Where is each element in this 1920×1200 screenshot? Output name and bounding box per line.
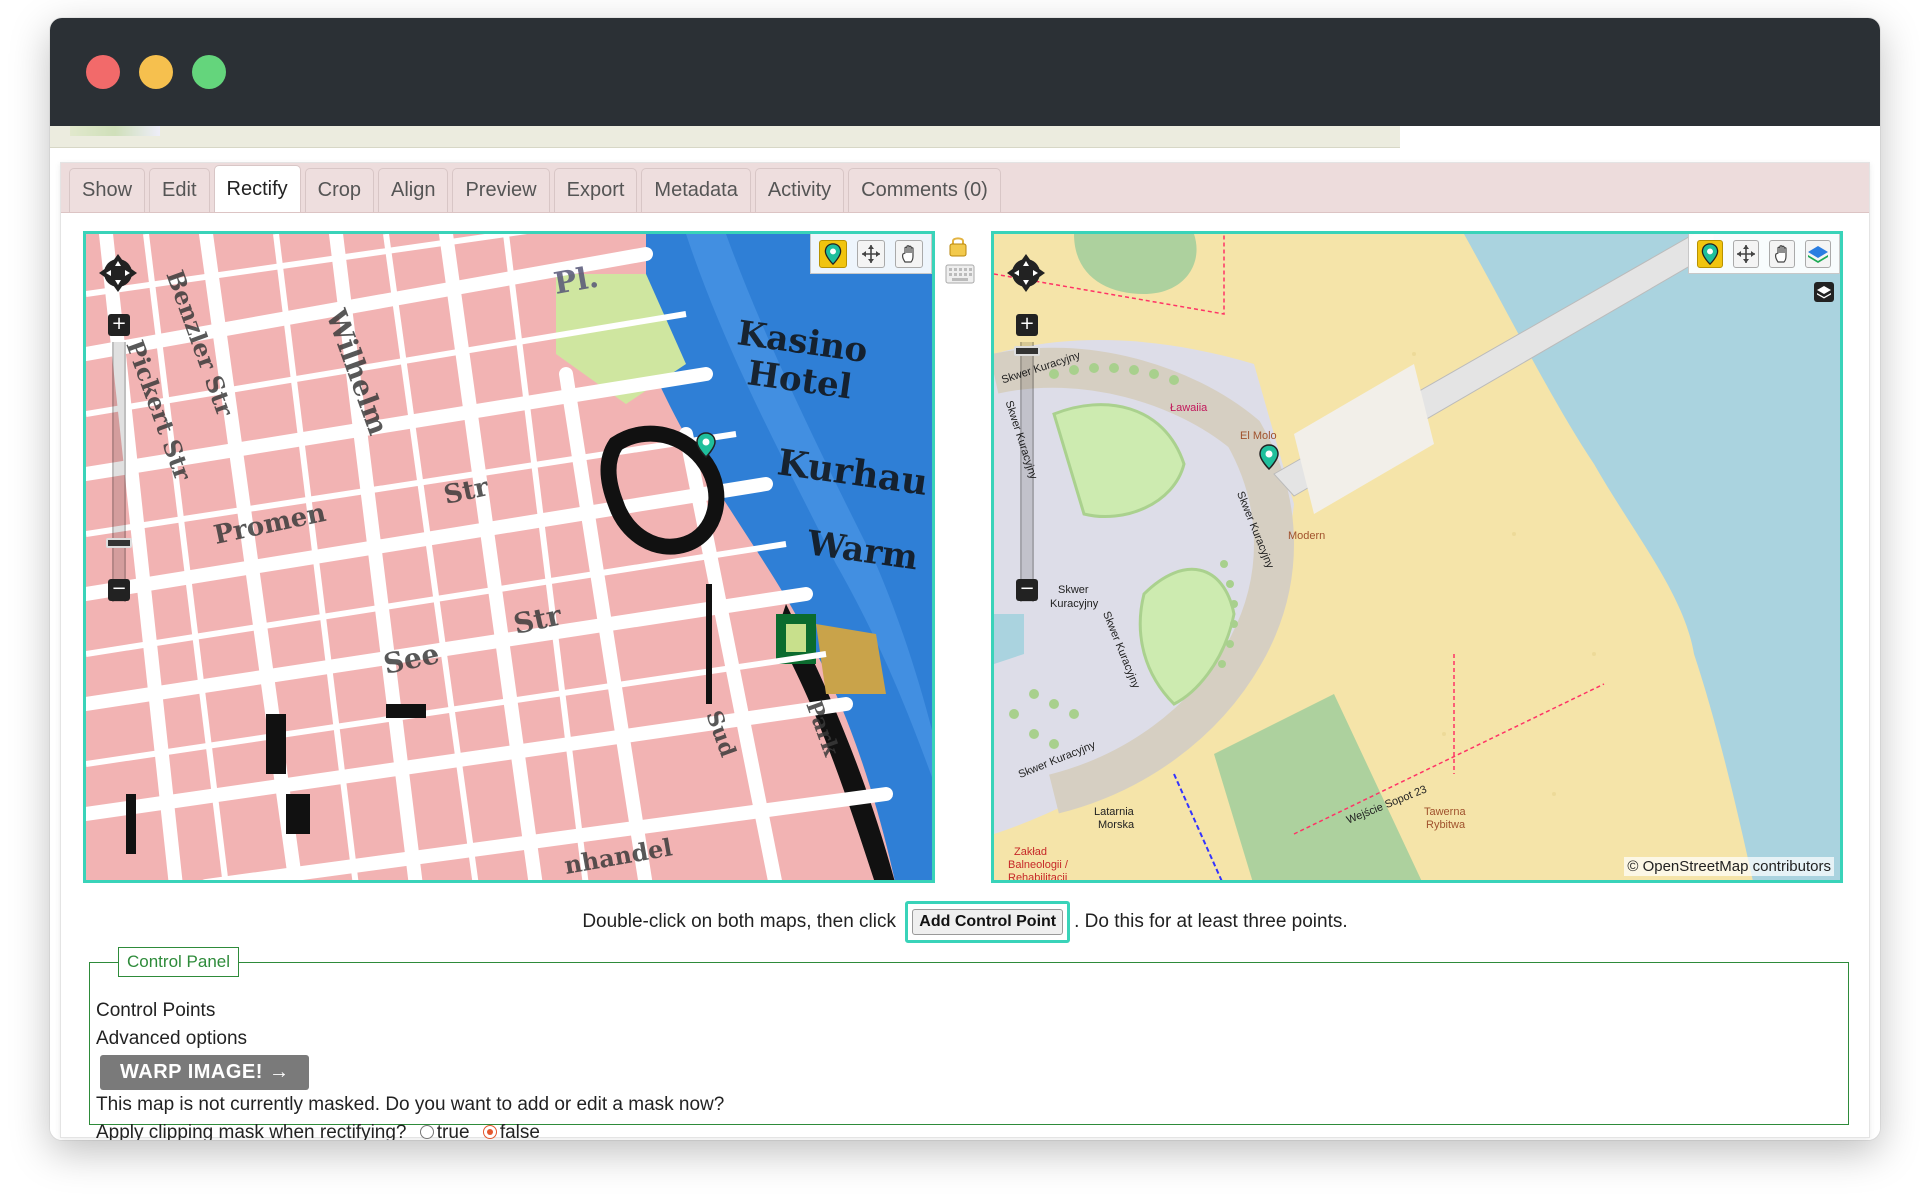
warp-image-button[interactable]: WARP IMAGE! → <box>100 1055 310 1090</box>
add-point-icon[interactable] <box>819 239 847 268</box>
layer-icon[interactable] <box>1805 239 1831 268</box>
clip-false-radio[interactable] <box>482 1125 497 1139</box>
zoom-bar: + − <box>98 252 138 602</box>
reference-map-toolbar <box>1688 234 1840 274</box>
zoom-rail[interactable] <box>1020 342 1034 602</box>
header-thumbnail <box>70 126 160 136</box>
tab-export[interactable]: Export <box>553 168 638 212</box>
zoom-rail[interactable] <box>112 342 126 602</box>
control-panel-legend[interactable]: Control Panel <box>118 947 240 977</box>
instruction-text: Double-click on both maps, then click Ad… <box>61 901 1869 943</box>
control-point-marker[interactable] <box>696 432 716 458</box>
move-icon[interactable] <box>1733 239 1759 268</box>
reference-map[interactable]: Skwer Kuracyjny Skwer Kuracyjny Skwer Ku… <box>991 231 1843 883</box>
street-label: Kuracyjny <box>1050 598 1099 610</box>
tab-comments[interactable]: Comments (0) <box>848 168 1001 212</box>
zoom-slider[interactable] <box>1014 346 1040 356</box>
tab-metadata[interactable]: Metadata <box>641 168 751 212</box>
control-panel: Control Panel Control Points Advanced op… <box>89 947 1849 1140</box>
clip-true-radio[interactable] <box>419 1125 434 1139</box>
poi-label: Zakład <box>1014 846 1048 858</box>
instruction-before: Double-click on both maps, then click <box>582 911 896 933</box>
tab-rectify[interactable]: Rectify <box>213 165 301 212</box>
tab-show[interactable]: Show <box>69 168 146 212</box>
content-panel: Show Edit Rectify Crop Align Preview Exp… <box>60 162 1870 1140</box>
zoom-out-icon[interactable]: − <box>1016 579 1038 601</box>
zoom-slider[interactable] <box>106 538 132 548</box>
zoom-in-icon[interactable]: + <box>108 314 130 336</box>
poi-label: Rybitwa <box>1426 819 1466 831</box>
add-control-point-button[interactable]: Add Control Point <box>912 909 1064 935</box>
browser-window: Show Edit Rectify Crop Align Preview Exp… <box>50 18 1880 1140</box>
map-attribution[interactable]: © OpenStreetMap contributors <box>1624 857 1834 876</box>
page: Show Edit Rectify Crop Align Preview Exp… <box>50 126 1880 1140</box>
tab-bar: Show Edit Rectify Crop Align Preview Exp… <box>61 163 1869 213</box>
street-label: Skwer <box>1058 584 1089 596</box>
poi-label: Tawerna <box>1424 806 1466 818</box>
advanced-options-toggle[interactable]: Advanced options <box>96 1025 1842 1053</box>
move-icon[interactable] <box>857 239 885 268</box>
tab-crop[interactable]: Crop <box>304 168 374 212</box>
header-band <box>50 126 1400 148</box>
tab-align[interactable]: Align <box>377 168 449 212</box>
control-point-marker[interactable] <box>1259 444 1279 470</box>
source-map-toolbar <box>810 234 932 274</box>
pan-icon[interactable] <box>98 252 138 294</box>
clip-true-label[interactable]: true <box>437 1122 470 1140</box>
poi-label: El Molo <box>1240 430 1277 442</box>
keyboard-icon[interactable] <box>945 263 975 285</box>
source-map-image: Kasino Hotel Kurhau Warm Pl. Wilhelm Ben… <box>86 234 932 880</box>
title-bar <box>50 18 1880 126</box>
poi-label: Morska <box>1098 819 1135 831</box>
close-window-button[interactable] <box>86 55 120 89</box>
add-control-point-button-wrapper: Add Control Point <box>905 901 1071 943</box>
zoom-bar: + − <box>1006 252 1046 602</box>
tab-activity[interactable]: Activity <box>754 168 845 212</box>
layer-switcher-icon[interactable] <box>1814 282 1834 302</box>
zoom-out-icon[interactable]: − <box>108 579 130 601</box>
clip-label: Apply clipping mask when rectifying? <box>96 1122 407 1140</box>
zoom-in-icon[interactable]: + <box>1016 314 1038 336</box>
mask-prompt: This map is not currently masked. Do you… <box>96 1094 725 1115</box>
control-points-toggle[interactable]: Control Points <box>96 997 1842 1025</box>
instruction-after: . Do this for at least three points. <box>1074 911 1348 933</box>
poi-label: Rehabilitacji <box>1008 872 1068 883</box>
source-map[interactable]: Kasino Hotel Kurhau Warm Pl. Wilhelm Ben… <box>83 231 935 883</box>
lock-icon[interactable] <box>948 235 968 257</box>
pan-icon[interactable] <box>1006 252 1046 294</box>
maximize-window-button[interactable] <box>192 55 226 89</box>
clip-option-row: Apply clipping mask when rectifying? tru… <box>96 1119 1842 1140</box>
poi-label: Balneologii / <box>1008 859 1068 871</box>
clip-false-label[interactable]: false <box>500 1122 540 1140</box>
minimize-window-button[interactable] <box>139 55 173 89</box>
poi-label: Ławaiia <box>1170 402 1208 414</box>
add-point-icon[interactable] <box>1697 239 1723 268</box>
tab-edit[interactable]: Edit <box>149 168 210 212</box>
tab-preview[interactable]: Preview <box>452 168 550 212</box>
hand-icon[interactable] <box>1769 239 1795 268</box>
poi-label: Latarnia <box>1094 806 1134 818</box>
poi-label: Modern <box>1288 530 1326 542</box>
hand-icon[interactable] <box>895 239 923 268</box>
